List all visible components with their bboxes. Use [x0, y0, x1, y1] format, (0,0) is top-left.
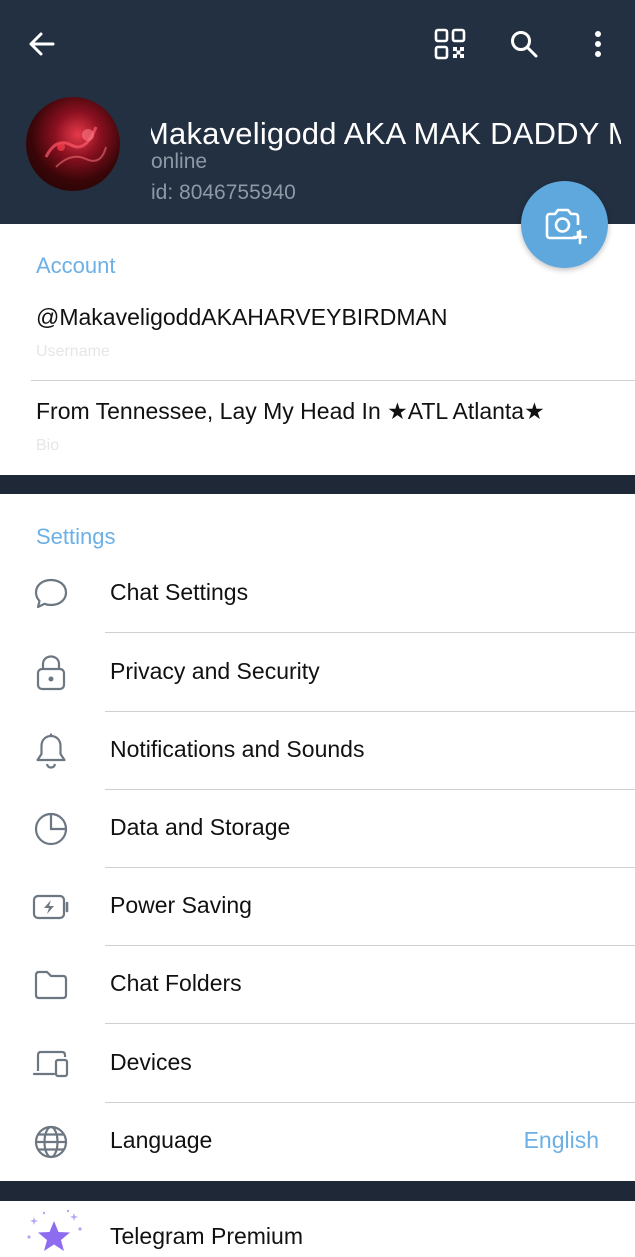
search-button[interactable] [500, 20, 548, 68]
profile-name-container: Makaveligodd AKA MAK DADDY Makaveligodd [151, 112, 621, 156]
devices-icon [30, 1043, 72, 1085]
user-id: id: 8046755940 [151, 181, 296, 204]
settings-item-chat-folders[interactable]: Chat Folders [0, 946, 635, 1024]
bio-value[interactable]: From Tennessee, Lay My Head In ★ATL Atla… [36, 398, 545, 425]
folder-icon [30, 964, 72, 1006]
settings-item-privacy[interactable]: Privacy and Security [0, 634, 635, 712]
battery-icon [30, 886, 72, 928]
settings-item-label: Language [110, 1127, 213, 1153]
set-photo-button[interactable] [521, 181, 608, 268]
avatar-image-icon [44, 126, 107, 168]
settings-item-power-saving[interactable]: Power Saving [0, 868, 635, 946]
settings-item-label: Telegram Premium [110, 1223, 303, 1249]
settings-section-title: Settings [36, 524, 116, 549]
chat-bubble-icon [30, 573, 72, 615]
pie-chart-icon [30, 808, 72, 850]
profile-avatar[interactable] [26, 97, 120, 191]
settings-item-label: Chat Folders [110, 970, 242, 996]
settings-item-devices[interactable]: Devices [0, 1025, 635, 1103]
item-divider [105, 632, 635, 633]
language-value: English [523, 1127, 599, 1153]
settings-item-notifications[interactable]: Notifications and Sounds [0, 712, 635, 790]
profile-name: Makaveligodd AKA MAK DADDY Makaveligodd [151, 116, 621, 151]
premium-star-icon [24, 1207, 86, 1257]
account-section-title: Account [36, 253, 116, 278]
settings-item-label: Privacy and Security [110, 658, 320, 684]
username-caption: Username [36, 343, 110, 360]
settings-item-data-storage[interactable]: Data and Storage [0, 790, 635, 868]
settings-item-label: Power Saving [110, 892, 252, 918]
account-divider [31, 380, 635, 381]
settings-item-label: Devices [110, 1049, 192, 1075]
settings-item-label: Chat Settings [110, 579, 249, 605]
settings-item-label: Notifications and Sounds [110, 736, 365, 762]
back-arrow-icon [29, 32, 55, 56]
back-button[interactable] [18, 20, 66, 68]
settings-item-chat-settings[interactable]: Chat Settings [0, 555, 635, 633]
online-status: online [151, 150, 208, 173]
camera-add-icon [545, 208, 587, 244]
settings-item-label: Data and Storage [110, 814, 291, 840]
bio-caption: Bio [36, 437, 60, 454]
qr-code-icon [434, 28, 466, 60]
more-vertical-icon [595, 31, 601, 57]
qr-code-button[interactable] [426, 20, 474, 68]
section-separator [0, 475, 635, 494]
more-options-button[interactable] [574, 20, 622, 68]
bell-icon [30, 730, 72, 772]
section-separator [0, 1181, 635, 1201]
username-value[interactable]: @MakaveligoddAKAHARVEYBIRDMAN [36, 304, 448, 331]
settings-item-language[interactable]: Language English [0, 1103, 635, 1181]
settings-item-telegram-premium[interactable]: Telegram Premium [0, 1201, 635, 1257]
item-divider [105, 1023, 635, 1024]
globe-icon [30, 1121, 72, 1163]
lock-icon [30, 652, 72, 694]
search-icon [511, 31, 538, 58]
